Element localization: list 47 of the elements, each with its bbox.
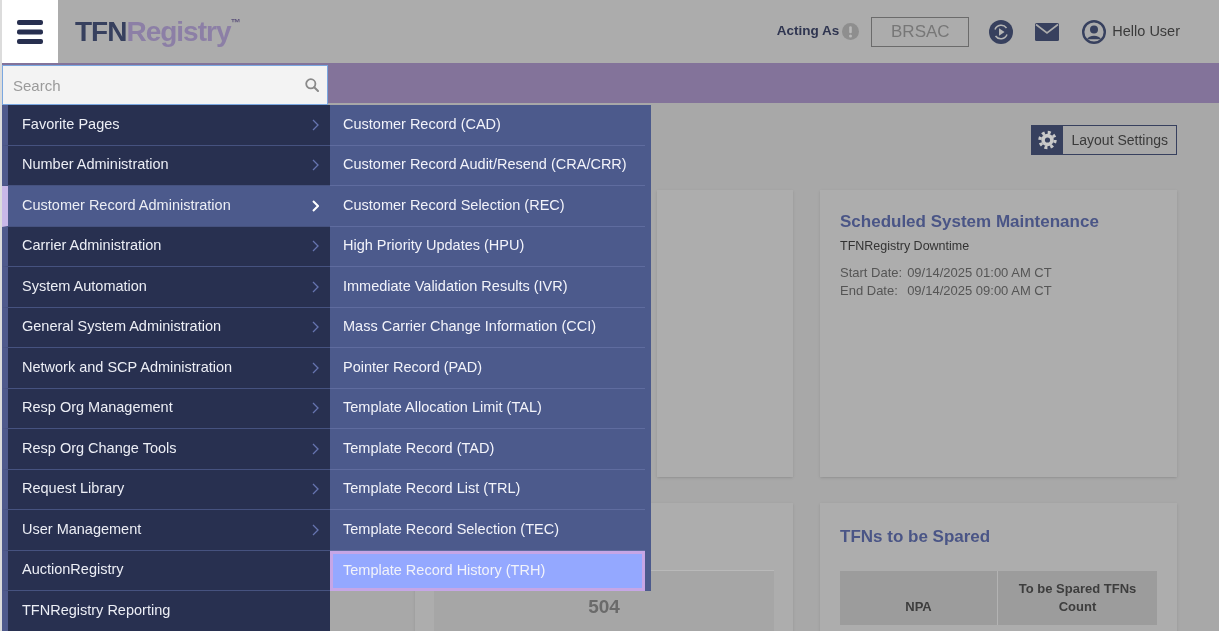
- submenu-item[interactable]: Customer Record Selection (REC): [330, 186, 645, 227]
- menu-item[interactable]: Number Administration: [2, 145, 330, 186]
- menu-item[interactable]: Network and SCP Administration: [2, 348, 330, 389]
- play-circle-icon[interactable]: [989, 19, 1014, 44]
- menu-item[interactable]: User Management: [2, 510, 330, 551]
- submenu-item[interactable]: High Priority Updates (HPU): [330, 226, 645, 267]
- submenu-item[interactable]: Customer Record Audit/Resend (CRA/CRR): [330, 145, 645, 186]
- logo: TFNRegistry™: [75, 17, 241, 46]
- menu-item[interactable]: AuctionRegistry: [2, 550, 330, 591]
- menu-item[interactable]: System Automation: [2, 267, 330, 308]
- menu-item[interactable]: Carrier Administration: [2, 226, 330, 267]
- submenu-item[interactable]: Customer Record (CAD): [330, 105, 645, 146]
- submenu-item[interactable]: Template Record (TAD): [330, 429, 645, 470]
- menu-icon: [17, 19, 43, 44]
- menu-item[interactable]: Customer Record Administration: [2, 186, 330, 227]
- column-header: NPA: [905, 598, 932, 616]
- date-label: End Date:: [840, 282, 899, 300]
- card-title: TFNs to be Spared: [840, 527, 992, 547]
- submenu-item[interactable]: Template Allocation Limit (TAL): [330, 388, 645, 429]
- menu-item[interactable]: Request Library: [2, 469, 330, 510]
- search-field[interactable]: Search: [2, 65, 328, 105]
- stat-value: 504: [588, 597, 620, 617]
- settings-icon: [1032, 126, 1064, 154]
- column-header: To be Spared TFNs Count: [1017, 580, 1138, 616]
- submenu-item[interactable]: Mass Carrier Change Information (CCI): [330, 307, 645, 348]
- submenu-item[interactable]: Immediate Validation Results (IVR): [330, 267, 645, 308]
- date-value: 09/14/2025 09:00 AM CT: [907, 282, 1052, 300]
- menu-button[interactable]: [2, 0, 58, 63]
- menu-item[interactable]: General System Administration: [2, 307, 330, 348]
- card-title: Scheduled System Maintenance: [840, 212, 1100, 232]
- submenu-item[interactable]: Template Record List (TRL): [330, 469, 645, 510]
- date-value: 09/14/2025 01:00 AM CT: [907, 264, 1052, 282]
- layout-settings-button[interactable]: Layout Settings: [1031, 125, 1177, 155]
- submenu-item[interactable]: Pointer Record (PAD): [330, 348, 645, 389]
- menu-item[interactable]: Favorite Pages: [2, 105, 330, 146]
- search-icon: [305, 78, 319, 92]
- greeting-text: Hello User: [1112, 21, 1180, 41]
- date-label: Start Date:: [840, 264, 903, 282]
- card-subtitle: TFNRegistry Downtime: [840, 238, 971, 254]
- menu-item[interactable]: Resp Org Change Tools: [2, 429, 330, 470]
- submenu-item[interactable]: Template Record Selection (TEC): [330, 510, 645, 551]
- mail-icon[interactable]: [1035, 22, 1060, 41]
- menu-item[interactable]: Resp Org Management: [2, 388, 330, 429]
- menu-item[interactable]: TFNRegistry Reporting: [2, 591, 330, 631]
- acting-as-label: Acting As: [776, 22, 840, 41]
- user-icon[interactable]: [1082, 19, 1107, 44]
- alert-icon: [842, 23, 860, 40]
